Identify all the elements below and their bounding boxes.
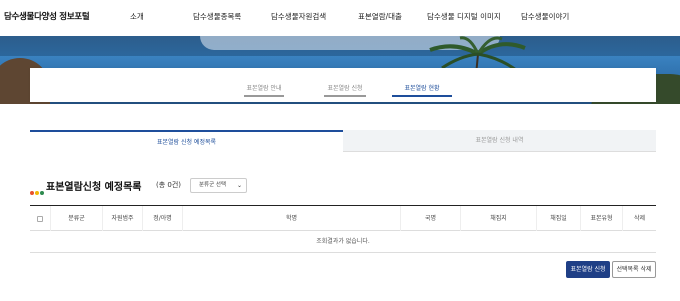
column-header: 학명 bbox=[182, 206, 400, 231]
section-title: 표본열람신청 예정목록 bbox=[46, 182, 142, 193]
heading-dots-icon bbox=[30, 182, 45, 201]
subtab-apply-label: 표본열람 신청 bbox=[327, 85, 363, 92]
table-header: 분류군 자원범주 정/아명 학명 국명 채집지 채집일 표본유형 삭제 bbox=[30, 205, 656, 231]
nav-item-specimen-loan[interactable]: 표본열람/대출 bbox=[358, 11, 402, 22]
column-header: 분류군 bbox=[50, 206, 102, 231]
subtab-status-label: 표본열람 현황 bbox=[404, 85, 440, 92]
scheduled-list-table: 분류군 자원범주 정/아명 학명 국명 채집지 채집일 표본유형 삭제 조회결과… bbox=[30, 205, 656, 253]
chevron-down-icon: ⌄ bbox=[236, 182, 242, 189]
column-header: 자원범주 bbox=[102, 206, 142, 231]
dot-red bbox=[30, 190, 34, 195]
column-header: 삭제 bbox=[622, 206, 656, 231]
tab-request-history[interactable]: 표본열람 신청 내역 bbox=[343, 130, 656, 152]
column-header: 채집일 bbox=[536, 206, 580, 231]
select-all-checkbox[interactable] bbox=[37, 215, 43, 222]
apply-button[interactable]: 표본열람 신청 bbox=[566, 261, 610, 278]
table-row-empty: 조회결과가 없습니다. bbox=[30, 231, 656, 253]
nav-item-resource-search[interactable]: 담수생물자원검색 bbox=[271, 11, 326, 22]
subtab-apply[interactable]: 표본열람 신청 bbox=[324, 83, 366, 97]
nav-item-intro[interactable]: 소개 bbox=[130, 11, 144, 22]
tab-scheduled-list[interactable]: 표본열람 신청 예정목록 bbox=[30, 130, 343, 152]
delete-selected-button[interactable]: 선택목록 삭제 bbox=[612, 261, 656, 278]
sub-navigation-card: 표본열람 안내 표본열람 신청 표본열람 현황 bbox=[30, 68, 656, 102]
subtab-status-underline bbox=[392, 95, 452, 97]
taxon-filter-value: 분류군 선택 bbox=[199, 182, 227, 188]
column-header: 국명 bbox=[400, 206, 460, 231]
site-logo[interactable]: 담수생물다양성 정보포털 bbox=[4, 10, 90, 22]
subtab-guide-underline bbox=[244, 95, 284, 97]
nav-item-species-list[interactable]: 담수생물종목록 bbox=[193, 11, 241, 22]
list-tabs: 표본열람 신청 예정목록 표본열람 신청 내역 bbox=[30, 130, 656, 152]
subtab-status[interactable]: 표본열람 현황 bbox=[392, 83, 452, 97]
dot-yellow bbox=[35, 190, 39, 195]
dot-green bbox=[40, 190, 44, 195]
header-select-all[interactable] bbox=[30, 206, 50, 231]
nav-item-digital-images[interactable]: 담수생물 디지털 이미지 bbox=[427, 11, 501, 22]
column-header: 채집지 bbox=[460, 206, 536, 231]
subtab-guide[interactable]: 표본열람 안내 bbox=[244, 83, 284, 97]
subtab-guide-label: 표본열람 안내 bbox=[246, 85, 282, 92]
result-count: (총 0건) bbox=[156, 181, 182, 189]
nav-item-stories[interactable]: 담수생물이야기 bbox=[521, 11, 569, 22]
empty-message: 조회결과가 없습니다. bbox=[316, 238, 370, 245]
column-header: 표본유형 bbox=[580, 206, 622, 231]
subtab-apply-underline bbox=[324, 95, 366, 97]
column-header: 정/아명 bbox=[142, 206, 182, 231]
taxon-filter-select[interactable]: 분류군 선택 ⌄ bbox=[190, 178, 247, 193]
site-header: 담수생물다양성 정보포털 소개 담수생물종목록 담수생물자원검색 표본열람/대출… bbox=[0, 0, 680, 36]
